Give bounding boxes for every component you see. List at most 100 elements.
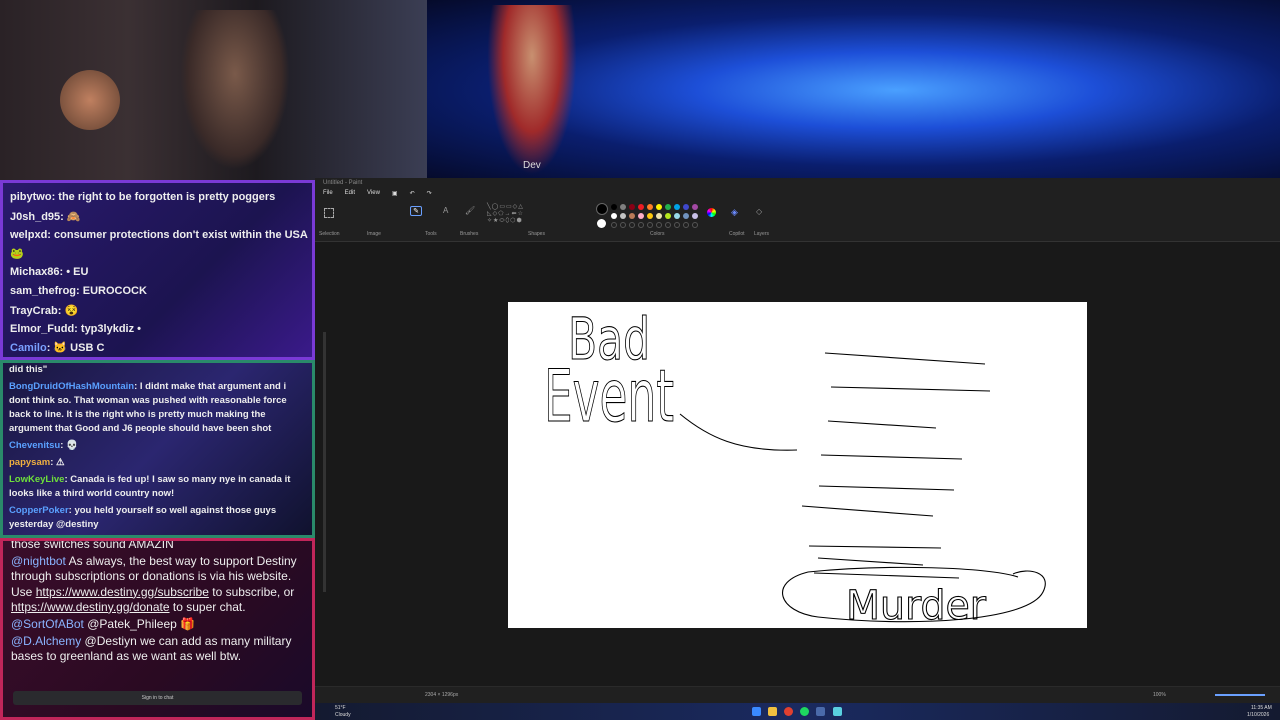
subscribe-link[interactable]: https://www.destiny.gg/subscribe <box>36 585 209 599</box>
chat-message: those switches sound AMAZIN <box>11 538 174 551</box>
chat-username[interactable]: welpxd <box>10 229 47 241</box>
chat-username[interactable]: CopperPoker <box>9 505 69 516</box>
color-swatch[interactable] <box>656 213 662 219</box>
empty-swatch[interactable] <box>629 222 635 228</box>
text-icon[interactable]: A <box>443 206 448 215</box>
mention: @D.Alchemy <box>11 634 82 649</box>
empty-swatch[interactable] <box>656 222 662 228</box>
color-swatch[interactable] <box>638 204 644 210</box>
message-text: 😵 <box>64 304 79 317</box>
empty-swatch[interactable] <box>611 222 617 228</box>
selection-icon[interactable] <box>324 208 334 218</box>
start-icon[interactable] <box>752 707 761 716</box>
empty-swatch[interactable] <box>638 222 644 228</box>
empty-swatch[interactable] <box>674 222 680 228</box>
color-swatch[interactable] <box>683 213 689 219</box>
color-swatch[interactable] <box>647 213 653 219</box>
line-strokes <box>801 352 991 579</box>
chat-username[interactable]: Elmor_Fudd <box>10 323 74 335</box>
color2-swatch[interactable] <box>597 219 606 228</box>
empty-swatch[interactable] <box>683 222 689 228</box>
layers-icon[interactable]: ◇ <box>756 207 762 216</box>
color-swatch[interactable] <box>683 204 689 210</box>
color-swatch[interactable] <box>611 204 617 210</box>
menu-view[interactable]: View <box>367 190 380 198</box>
chat-username[interactable]: Michax86 <box>10 266 60 278</box>
sign-in-button[interactable]: Sign in to chat <box>13 691 302 705</box>
brush-icon[interactable]: 🖌 <box>465 206 475 215</box>
color-swatch[interactable] <box>620 213 626 219</box>
color-swatch[interactable] <box>629 204 635 210</box>
message-text: did this" <box>9 364 48 375</box>
clock-time[interactable]: 11:35 AM <box>1251 705 1272 711</box>
color-swatch[interactable] <box>629 213 635 219</box>
color-swatch[interactable] <box>647 204 653 210</box>
color-swatch[interactable] <box>692 213 698 219</box>
redo-icon[interactable]: ↷ <box>427 190 432 198</box>
group-label: Copilot <box>729 231 745 237</box>
color-swatch[interactable] <box>620 204 626 210</box>
message-text: 💀 <box>66 440 78 451</box>
zoom-level[interactable]: 100% <box>1153 692 1166 698</box>
color-swatch[interactable] <box>656 204 662 210</box>
message-text: to subscribe, or <box>212 584 295 599</box>
mention: @nightbot <box>11 554 66 569</box>
menu-edit[interactable]: Edit <box>345 190 355 198</box>
edit-colors-icon[interactable] <box>707 208 716 217</box>
weather-desc[interactable]: Cloudy <box>335 712 351 718</box>
message-text: 🙈 <box>66 210 81 223</box>
empty-swatch[interactable] <box>647 222 653 228</box>
empty-swatch[interactable] <box>665 222 671 228</box>
pencil-icon[interactable]: ✎ <box>410 206 422 216</box>
steam-icon[interactable] <box>816 707 825 716</box>
color-swatch[interactable] <box>638 213 644 219</box>
chat-username[interactable]: Camilo <box>10 342 47 354</box>
chat-message: papysam: ⚠ <box>9 457 65 468</box>
donate-link[interactable]: https://www.destiny.gg/donate <box>11 600 170 614</box>
clock-date[interactable]: 1/10/2026 <box>1247 712 1269 718</box>
explorer-icon[interactable] <box>768 707 777 716</box>
side-slider[interactable] <box>323 332 326 592</box>
chrome-icon[interactable] <box>784 707 793 716</box>
color-swatch[interactable] <box>665 213 671 219</box>
chat-username[interactable]: TrayCrab <box>10 305 58 317</box>
menu-file[interactable]: File <box>323 190 333 198</box>
save-icon[interactable]: ▣ <box>392 190 398 198</box>
chat-message: Chevenitsu: 💀 <box>9 440 78 451</box>
color1-swatch[interactable] <box>596 203 608 215</box>
chat-username[interactable]: papysam <box>9 457 50 468</box>
canvas-size: 2304 × 1296px <box>425 692 459 698</box>
color-swatch[interactable] <box>692 204 698 210</box>
zoom-slider[interactable] <box>1215 694 1265 696</box>
taskbar: 51°F Cloudy 11:35 AM 1/10/2026 <box>315 703 1280 720</box>
canvas-area: Bad Event Murder <box>315 242 1280 686</box>
empty-swatch[interactable] <box>620 222 626 228</box>
spotify-icon[interactable] <box>800 707 809 716</box>
color-swatch[interactable] <box>611 213 617 219</box>
dev-avatar <box>487 5 577 175</box>
paint-taskbar-icon[interactable] <box>833 707 842 716</box>
message-text: 🐱 USB C <box>53 342 105 355</box>
empty-swatch[interactable] <box>692 222 698 228</box>
copilot-icon[interactable]: ◈ <box>731 207 738 218</box>
chat-message: pibytwo: the right to be forgotten is pr… <box>10 191 276 203</box>
chat-message: LowKeyLive: Canada is fed up! I saw so m… <box>9 474 291 499</box>
weather-temp[interactable]: 51°F <box>335 705 346 711</box>
chat-username[interactable]: Chevenitsu <box>9 440 60 451</box>
color-swatch[interactable] <box>665 204 671 210</box>
chat-username[interactable]: pibytwo <box>10 191 52 203</box>
chat-message: @SortOfABot @Patek_Phileep 🎁 <box>11 617 304 632</box>
undo-icon[interactable]: ↶ <box>410 190 415 198</box>
message-text: to super chat. <box>172 599 246 614</box>
chat-username[interactable]: sam_thefrog <box>10 285 76 297</box>
color-swatch[interactable] <box>674 204 680 210</box>
drawing-canvas[interactable]: Bad Event Murder <box>508 302 1087 628</box>
webcam-feed <box>0 0 427 180</box>
handwritten-event: Event <box>544 354 674 438</box>
color-swatch[interactable] <box>674 213 680 219</box>
shapes-gallery[interactable]: ╲◯▭▭◇△ ◺◇⬠→⬅☆ ✧★⬭⬯⬡⬢ <box>487 204 524 225</box>
chat-username[interactable]: LowKeyLive <box>9 474 64 485</box>
chat-username[interactable]: J0sh_d95 <box>10 211 60 223</box>
chat-username[interactable]: BongDruidOfHashMountain <box>9 381 134 392</box>
chat-message: CopperPoker: you held yourself so well a… <box>9 505 277 530</box>
